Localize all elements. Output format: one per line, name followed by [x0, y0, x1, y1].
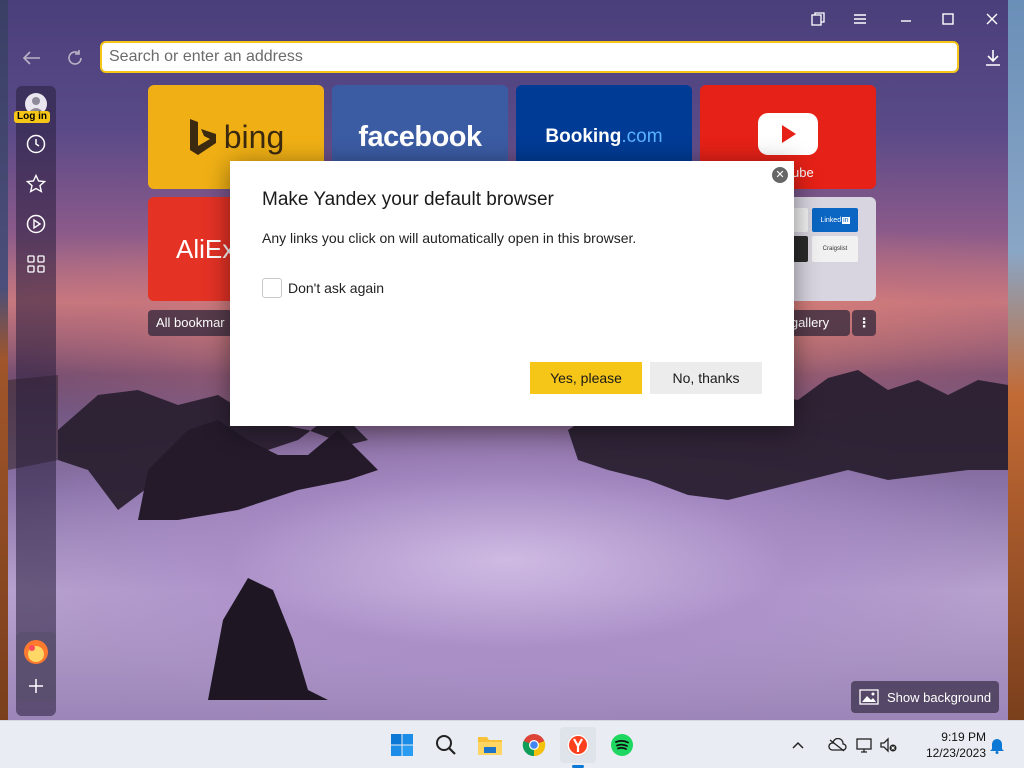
tile-bing-label: bing — [223, 118, 285, 155]
minimize-icon[interactable] — [886, 4, 926, 34]
maximize-icon[interactable] — [928, 4, 968, 34]
clock-date: 12/23/2023 — [925, 746, 986, 760]
apps-grid-icon[interactable] — [22, 250, 50, 278]
search-icon[interactable] — [428, 727, 464, 763]
address-bar[interactable] — [100, 41, 959, 73]
close-icon[interactable] — [972, 4, 1008, 34]
reload-icon[interactable] — [61, 44, 89, 72]
file-explorer-icon[interactable] — [472, 727, 508, 763]
menu-icon[interactable] — [840, 4, 880, 34]
tile-booking-label-suffix: .com — [621, 126, 663, 147]
bing-logo-icon — [189, 119, 216, 155]
tile-youtube-label: ube — [792, 165, 814, 180]
address-input[interactable] — [109, 43, 957, 71]
dialog-close-icon[interactable]: ✕ — [772, 167, 788, 183]
yes-please-button[interactable]: Yes, please — [530, 362, 642, 394]
chrome-icon[interactable] — [516, 727, 552, 763]
linkedin-mini-in: in — [842, 216, 850, 224]
volume-muted-icon[interactable] — [878, 727, 900, 763]
spotify-icon[interactable] — [604, 727, 640, 763]
tile-aliexpress-label: AliEx — [176, 233, 236, 264]
browser-window: Log in bing facebook Booking.com ube Ali… — [8, 0, 1008, 720]
clock-time: 9:19 PM — [941, 730, 986, 744]
image-icon — [859, 689, 879, 705]
add-panel-icon[interactable] — [22, 672, 50, 700]
collections-icon[interactable] — [798, 4, 838, 34]
all-bookmarks-button[interactable]: All bookmar — [148, 310, 233, 336]
dont-ask-again-label[interactable]: Don't ask again — [288, 280, 384, 296]
desktop-wallpaper-left — [0, 0, 8, 720]
onedrive-cloud-icon[interactable] — [822, 727, 852, 763]
craigslist-mini-tile: Craigslist — [812, 236, 858, 262]
linkedin-mini-tile: Linked in — [812, 208, 858, 232]
media-play-icon[interactable] — [22, 210, 50, 238]
windows-start-icon[interactable] — [384, 727, 420, 763]
yandex-alice-icon[interactable] — [22, 638, 50, 666]
clock[interactable]: 9:19 PM 12/23/2023 — [922, 729, 986, 761]
bookmarks-star-icon[interactable] — [22, 170, 50, 198]
tile-facebook-label: facebook — [358, 120, 482, 153]
network-display-icon[interactable] — [854, 727, 876, 763]
title-bar — [8, 0, 1008, 36]
taskbar: 9:19 PM 12/23/2023 — [0, 720, 1024, 768]
tray-chevron-up-icon[interactable] — [788, 727, 808, 763]
linkedin-mini-label: Linked — [820, 216, 842, 224]
no-thanks-button[interactable]: No, thanks — [650, 362, 762, 394]
show-background-button[interactable]: Show background — [851, 681, 999, 713]
dont-ask-again-row[interactable]: Don't ask again — [262, 278, 384, 298]
more-options-icon[interactable]: ⋮ — [852, 310, 876, 336]
sidebar — [16, 86, 56, 716]
downloads-icon[interactable] — [979, 44, 1007, 72]
default-browser-dialog: ✕ Make Yandex your default browser Any l… — [230, 161, 794, 426]
youtube-play-icon — [758, 113, 818, 155]
dont-ask-again-checkbox[interactable] — [262, 278, 282, 298]
craigslist-mini-label: Craigslist — [822, 246, 848, 252]
desktop-wallpaper-right — [1008, 0, 1024, 720]
back-icon[interactable] — [18, 44, 46, 72]
tile-booking-label: Booking — [545, 126, 622, 147]
show-background-label: Show background — [887, 689, 992, 705]
notification-bell-icon[interactable] — [986, 727, 1008, 763]
dialog-title: Make Yandex your default browser — [262, 189, 554, 210]
dialog-message: Any links you click on will automaticall… — [262, 230, 637, 246]
login-badge[interactable]: Log in — [14, 111, 50, 123]
history-icon[interactable] — [22, 130, 50, 158]
yandex-browser-icon[interactable] — [560, 727, 596, 768]
sidebar-bottom-panel — [16, 632, 56, 702]
